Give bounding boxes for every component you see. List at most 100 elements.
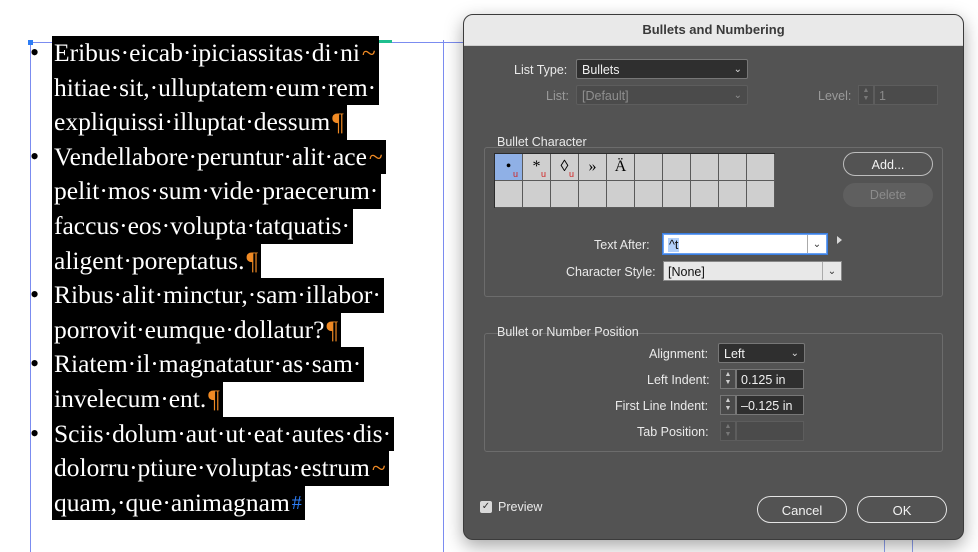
position-section <box>484 333 943 452</box>
font-remembered-marker: u <box>540 169 546 179</box>
empty-glyph-cell <box>523 181 551 208</box>
line-text: pelit·mos·sum·vide·praecerum· <box>54 176 379 206</box>
character-style-select[interactable]: [None] ⌄ <box>663 261 842 281</box>
bullet-glyph-cell[interactable]: Ä <box>607 154 635 181</box>
discretionary-hyphen-icon: ~ <box>361 38 376 67</box>
dialog-title: Bullets and Numbering <box>464 15 963 46</box>
text-line[interactable]: pelit·mos·sum·vide·praecerum· <box>52 174 382 209</box>
line-text: dolorru·ptiure·voluptas·estrum <box>54 453 370 483</box>
level-field: 1 <box>874 85 938 105</box>
discretionary-hyphen-icon: ~ <box>371 453 386 483</box>
empty-glyph-cell <box>747 154 775 181</box>
position-section-title: Bullet or Number Position <box>497 325 639 339</box>
empty-glyph-cell <box>663 181 691 208</box>
text-line[interactable]: dolorru·ptiure·voluptas·estrum~ <box>52 451 389 486</box>
left-indent-label: Left Indent: <box>647 373 710 387</box>
chevron-down-icon: ⌄ <box>822 262 841 280</box>
text-line[interactable]: Eribus·eicab·ipiciassitas·di·ni~ <box>52 36 379 71</box>
first-line-indent-field[interactable]: –0.125 in <box>736 395 804 415</box>
list-item[interactable]: • Riatem·il·magnatatur·as·sam· invelecum·e… <box>22 347 442 417</box>
bullet-glyph-cell[interactable]: * u <box>523 154 551 181</box>
list-item[interactable]: • Sciis·dolum·aut·ut·eat·autes·dis· dolorr… <box>22 416 442 521</box>
tab-position-field <box>736 421 804 441</box>
text-line[interactable]: quam,·que·animagnam # <box>52 485 305 521</box>
bullet-marker: • <box>30 280 40 310</box>
list-type-select[interactable]: Bullets ⌄ <box>576 59 748 79</box>
column-guide <box>443 40 444 552</box>
first-line-indent-stepper[interactable]: ▲ ▼ <box>720 395 736 415</box>
line-text: Vendellabore·peruntur·alit·ace <box>54 141 367 171</box>
left-indent-stepper[interactable]: ▲ ▼ <box>720 369 736 389</box>
text-line[interactable]: Riatem·il·magnatatur·as·sam· <box>52 347 365 382</box>
empty-glyph-cell <box>607 181 635 208</box>
line-text: quam,·que·animagnam <box>54 487 290 517</box>
preview-label[interactable]: Preview <box>498 500 542 514</box>
first-line-indent-label: First Line Indent: <box>615 399 709 413</box>
text-line[interactable]: expliquissi·illuptat·dessum¶ <box>52 105 347 140</box>
bullet-glyph-cell[interactable]: ◊ u <box>551 154 579 181</box>
line-text: Riatem·il·magnatatur·as·sam· <box>54 349 362 379</box>
level-label: Level: <box>818 89 852 103</box>
paragraph-mark-icon: ¶ <box>246 245 259 275</box>
text-after-input[interactable]: ^t ⌄ <box>663 234 827 254</box>
text-line[interactable]: Ribus·alit·minctur,·sam·illabor· <box>52 278 384 313</box>
line-text: Ribus·alit·minctur,·sam·illabor· <box>54 280 381 310</box>
line-text: invelecum·ent. <box>54 383 207 413</box>
list-label: List: <box>546 89 569 103</box>
alignment-select[interactable]: Left ⌄ <box>718 343 805 363</box>
bullets-and-numbering-dialog: Bullets and Numbering List Type: Bullets… <box>463 14 964 540</box>
bullet-marker: • <box>30 349 40 379</box>
empty-glyph-cell <box>579 181 607 208</box>
special-character-menu-arrow-icon[interactable] <box>837 236 842 244</box>
font-remembered-marker: u <box>512 169 518 179</box>
add-button[interactable]: Add... <box>843 152 933 176</box>
text-line[interactable]: hitiae·sit,·ulluptatem·eum·rem· <box>52 70 380 106</box>
glyph-char: * <box>532 158 541 175</box>
bullet-marker: • <box>30 418 40 448</box>
empty-glyph-cell <box>635 154 663 181</box>
list-select: [Default] ⌄ <box>576 85 748 105</box>
bulleted-text-frame[interactable]: • Eribus·eicab·ipiciassitas·di·ni~ hitiae·… <box>22 36 442 521</box>
text-line[interactable]: porrovit·eumque·dollatur?¶ <box>52 312 342 348</box>
empty-glyph-cell <box>719 154 747 181</box>
list-value: [Default] <box>582 89 629 103</box>
list-item[interactable]: • Vendellabore·peruntur·alit·ace~ pelit·mo… <box>22 139 442 279</box>
text-line[interactable]: Vendellabore·peruntur·alit·ace~ <box>52 139 386 175</box>
list-item[interactable]: • Ribus·alit·minctur,·sam·illabor· porrovi… <box>22 278 442 348</box>
discretionary-hyphen-icon: ~ <box>368 141 383 171</box>
character-style-value: [None] <box>668 265 705 279</box>
empty-glyph-cell <box>551 181 579 208</box>
bullet-glyph-cell[interactable]: • u <box>495 154 523 181</box>
empty-glyph-cell <box>635 181 663 208</box>
line-text: Eribus·eicab·ipiciassitas·di·ni <box>54 38 360 67</box>
list-item[interactable]: • Eribus·eicab·ipiciassitas·di·ni~ hitiae·… <box>22 36 442 140</box>
glyph-char: » <box>588 158 597 175</box>
empty-glyph-cell <box>747 181 775 208</box>
list-type-value: Bullets <box>582 63 620 77</box>
bullet-character-title: Bullet Character <box>497 135 587 149</box>
end-of-story-icon: # <box>291 491 302 514</box>
alignment-label: Alignment: <box>649 347 709 361</box>
text-line[interactable]: invelecum·ent.¶ <box>52 381 223 417</box>
bullet-glyph-cell[interactable]: » <box>579 154 607 181</box>
line-text: aligent·poreptatus. <box>54 245 245 275</box>
line-text: Sciis·dolum·aut·ut·eat·autes·dis· <box>54 418 392 448</box>
text-line[interactable]: Sciis·dolum·aut·ut·eat·autes·dis· <box>52 416 395 452</box>
left-indent-field[interactable]: 0.125 in <box>736 369 804 389</box>
text-after-value: ^t <box>668 238 680 252</box>
cancel-button[interactable]: Cancel <box>757 496 847 523</box>
line-text: faccus·eos·volupta·tatquatis· <box>54 210 350 240</box>
chevron-down-icon[interactable]: ⌄ <box>807 235 826 253</box>
bullet-marker: • <box>30 38 40 67</box>
paragraph-mark-icon: ¶ <box>326 314 339 344</box>
text-line[interactable]: faccus·eos·volupta·tatquatis· <box>52 208 353 244</box>
empty-glyph-cell <box>663 154 691 181</box>
text-after-label: Text After: <box>594 238 650 252</box>
preview-checkbox[interactable]: ✓ <box>480 501 492 513</box>
paragraph-mark-icon: ¶ <box>208 383 220 413</box>
text-line[interactable]: aligent·poreptatus.¶ <box>52 243 262 279</box>
alignment-value: Left <box>724 347 745 361</box>
glyph-char: ◊ <box>560 158 569 175</box>
ok-button[interactable]: OK <box>857 496 947 523</box>
bullet-glyph-grid: • u * u ◊ u» Ä <box>494 153 775 208</box>
